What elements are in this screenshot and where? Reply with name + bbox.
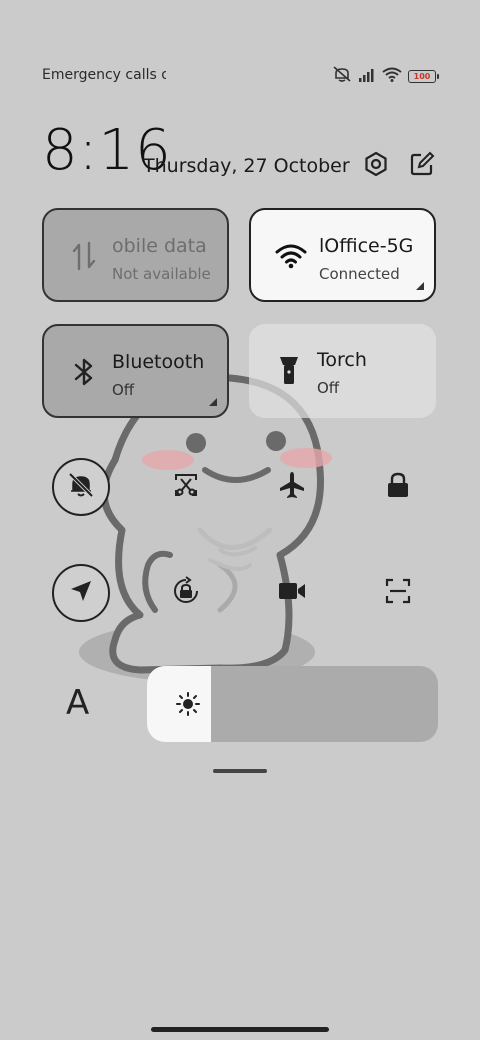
- font-size-button[interactable]: A: [66, 683, 89, 723]
- toggle-silent[interactable]: [52, 458, 110, 516]
- settings-hex-icon[interactable]: [360, 148, 392, 180]
- panel-drag-handle[interactable]: [213, 769, 267, 773]
- toggle-location[interactable]: [52, 564, 110, 622]
- toggle-screen-record[interactable]: [263, 564, 321, 622]
- data-arrows-icon: [68, 240, 100, 272]
- wifi-icon: [275, 240, 307, 272]
- tile-torch-title: Torch: [317, 349, 367, 371]
- tile-wifi[interactable]: lOffice-5G Connected: [249, 208, 436, 302]
- bluetooth-icon: [68, 356, 100, 388]
- wifi-icon: [382, 67, 402, 86]
- rotation-lock-icon: [171, 576, 201, 610]
- video-camera-icon: [277, 580, 307, 606]
- tile-torch-status: Off: [317, 379, 340, 397]
- edit-icon[interactable]: [406, 148, 438, 180]
- toggle-airplane[interactable]: [263, 458, 321, 516]
- tile-mobile-data-status: Not available: [112, 265, 211, 283]
- toggle-screenshot[interactable]: [157, 458, 215, 516]
- home-indicator[interactable]: [151, 1027, 329, 1032]
- sun-icon: [175, 691, 201, 721]
- scissors-icon: [172, 471, 200, 503]
- signal-icon: [358, 67, 376, 86]
- tile-bluetooth[interactable]: Bluetooth Off: [42, 324, 229, 418]
- brightness-slider[interactable]: [147, 666, 438, 742]
- toggle-rotation-lock[interactable]: [157, 564, 215, 622]
- tile-mobile-data[interactable]: obile data Not available: [42, 208, 229, 302]
- date: Thursday, 27 October: [143, 155, 350, 177]
- status-carrier-text: Emergency calls o: [42, 67, 166, 83]
- battery-icon: 100: [408, 69, 439, 83]
- scan-icon: [384, 577, 412, 609]
- bell-off-icon: [67, 471, 95, 503]
- tile-torch[interactable]: Torch Off: [249, 324, 436, 418]
- tile-bluetooth-status: Off: [112, 381, 135, 399]
- tile-wifi-status: Connected: [319, 265, 400, 283]
- toggle-scanner[interactable]: [369, 564, 427, 622]
- airplane-icon: [277, 470, 307, 504]
- toggle-lock[interactable]: [369, 458, 427, 516]
- status-icons: 100: [332, 66, 439, 86]
- tile-wifi-expand-icon[interactable]: [416, 282, 424, 290]
- tile-wifi-title: lOffice-5G: [319, 235, 414, 257]
- tile-mobile-data-title: obile data: [112, 235, 207, 257]
- mute-icon: [332, 66, 352, 86]
- location-arrow-icon: [68, 578, 94, 608]
- tile-bluetooth-title: Bluetooth: [112, 351, 205, 373]
- torch-icon: [273, 354, 305, 386]
- tile-bluetooth-expand-icon[interactable]: [209, 398, 217, 406]
- lock-icon: [385, 471, 411, 503]
